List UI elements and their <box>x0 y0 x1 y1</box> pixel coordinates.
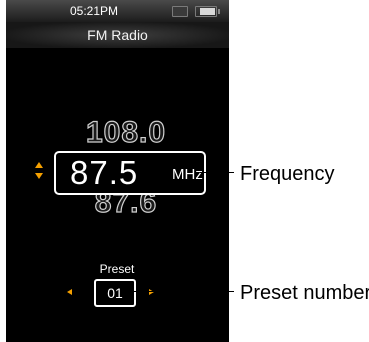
frequency-display[interactable]: 87.5 MHz <box>54 151 206 195</box>
preset-label: Preset <box>99 262 135 276</box>
frequency-callout: Frequency <box>240 163 335 185</box>
hold-icon <box>172 6 188 17</box>
preset-next-arrow-icon[interactable] <box>149 289 154 295</box>
battery-level-fill <box>200 8 215 15</box>
title-bar: FM Radio <box>6 22 229 48</box>
screen-title: FM Radio <box>87 27 148 43</box>
status-bar: 05:21PM <box>6 0 229 22</box>
preset-prev-arrow-icon[interactable] <box>67 289 72 295</box>
frequency-up-arrow-icon[interactable] <box>35 162 43 168</box>
battery-tip <box>218 9 220 14</box>
battery-icon <box>195 6 220 17</box>
frequency-unit: MHz <box>172 166 203 183</box>
previous-frequency: 108.0 <box>85 115 167 149</box>
preset-callout-line <box>132 291 234 292</box>
preset-number-box[interactable]: 01 <box>94 279 136 307</box>
frequency-callout-line <box>200 172 234 173</box>
frequency-value: 87.5 <box>70 154 139 191</box>
preset-number-callout: Preset number <box>240 282 369 304</box>
preset-number: 01 <box>107 285 123 301</box>
frequency-down-arrow-icon[interactable] <box>35 173 43 179</box>
clock-time: 05:21PM <box>69 4 119 18</box>
